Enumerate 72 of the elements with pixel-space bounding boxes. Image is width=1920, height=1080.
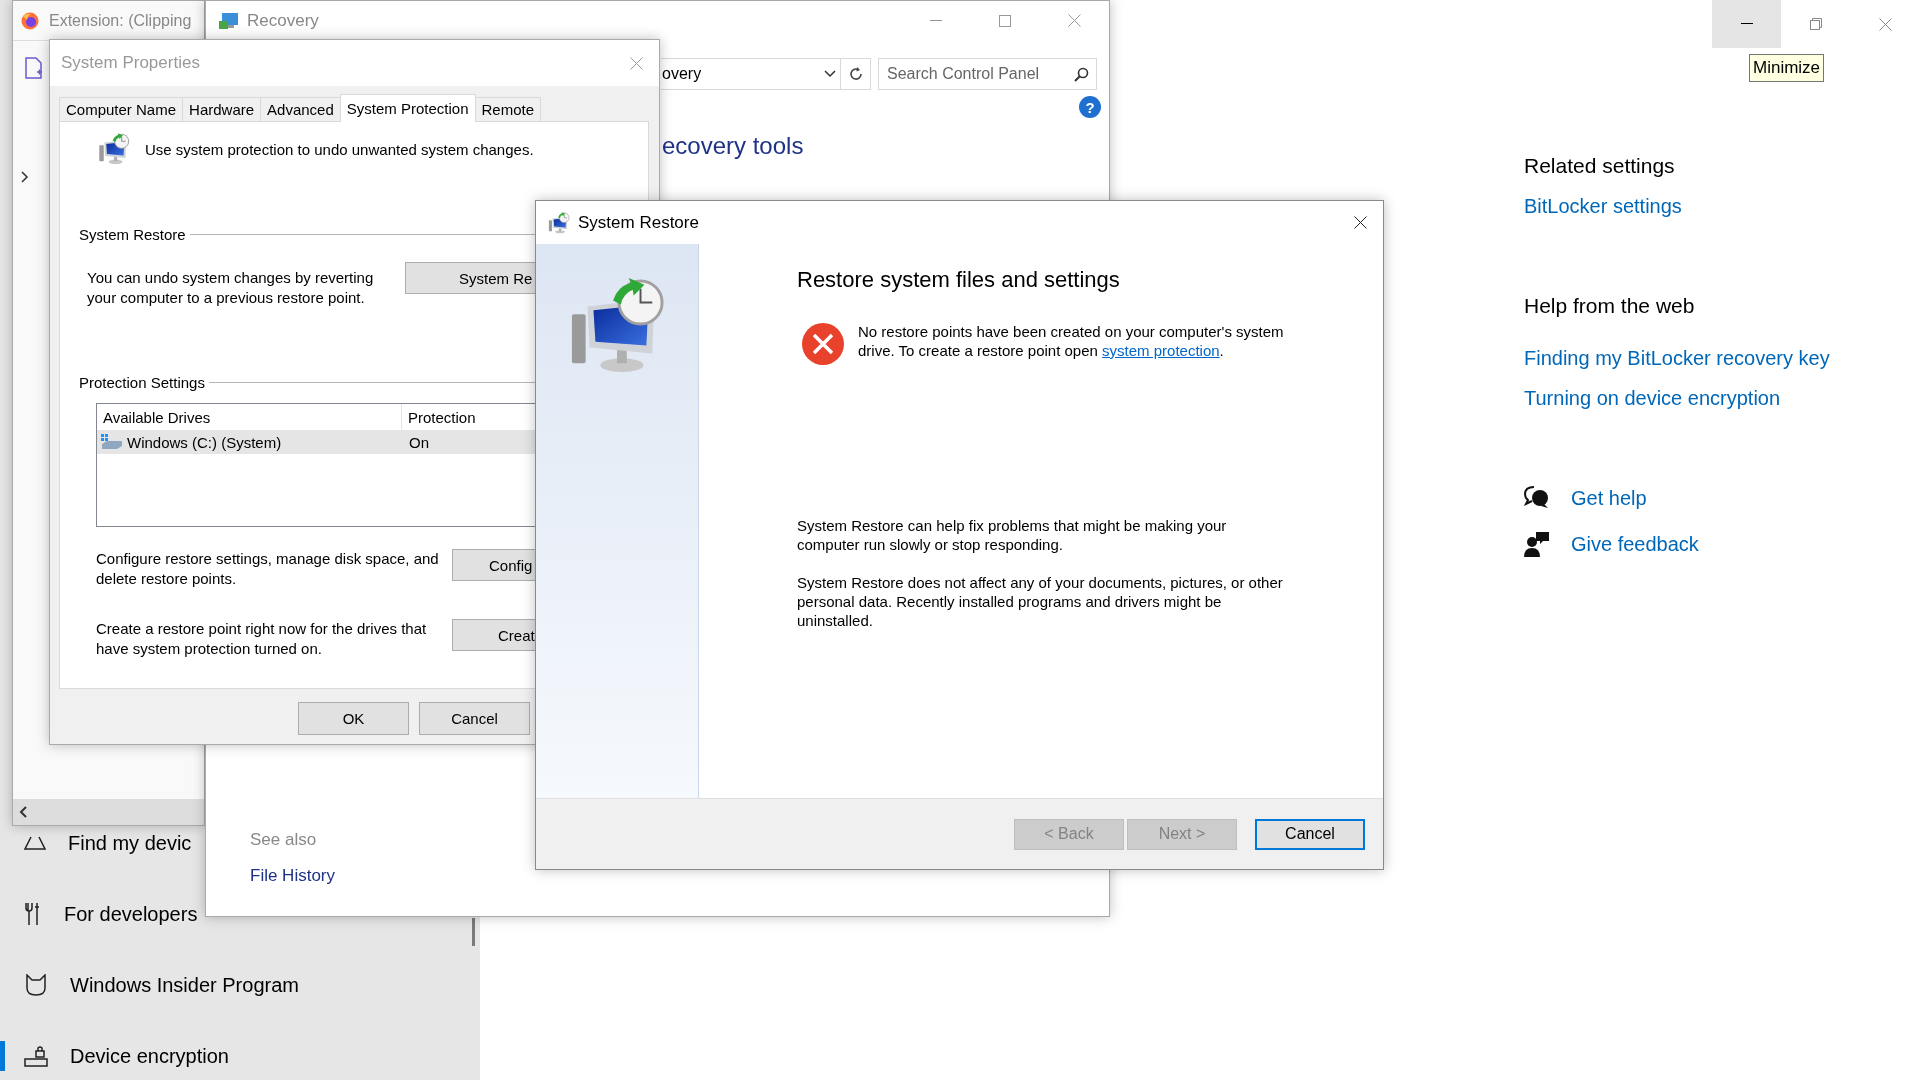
minimize-icon — [929, 19, 942, 22]
address-bar[interactable]: overy — [661, 58, 841, 90]
window-title: System Restore — [578, 212, 699, 233]
drive-row[interactable]: Windows (C:) (System) On — [97, 430, 537, 454]
drive-icon — [101, 434, 123, 450]
error-icon — [801, 322, 845, 366]
table-cell-text: On — [408, 433, 429, 451]
dialog-button[interactable]: Cancel — [419, 702, 530, 735]
intro-text: Use system protection to undo unwanted system changes. — [145, 140, 534, 158]
system-restore-button[interactable]: System Re — [405, 262, 537, 294]
chat-bubbles-icon — [1524, 486, 1550, 510]
description-text: Create a restore point right now for the drives that have system protection turned on. — [96, 619, 428, 659]
create-button[interactable]: Creat — [452, 619, 537, 651]
cat-icon — [24, 974, 48, 996]
search-field[interactable]: Search Control Panel — [878, 58, 1097, 90]
feedback-link[interactable]: Give feedback — [1571, 530, 1699, 558]
monitor-clock-icon — [548, 211, 570, 234]
close-icon — [1067, 14, 1081, 27]
dropdown-icon — [824, 70, 836, 78]
person-feedback-icon — [1524, 531, 1550, 557]
info-paragraph: System Restore does not affect any of your documents, pictures, or other personal data. Recently installed programs and drivers might be uninstalled. — [797, 573, 1284, 630]
dialog-heading: Restore system files and settings — [797, 266, 1121, 294]
lock-drive-icon — [24, 1045, 48, 1067]
minimize-button[interactable] — [1712, 0, 1781, 48]
sidebar-item[interactable]: Device encryption — [0, 1041, 231, 1071]
section-heading: Help from the web — [1524, 293, 1695, 319]
system-protection-link[interactable]: system protection — [1102, 342, 1220, 359]
settings-link[interactable]: BitLocker settings — [1524, 192, 1682, 220]
configure-button[interactable]: Config — [452, 549, 537, 581]
maximize-icon — [998, 14, 1011, 27]
tab[interactable]: Computer Name — [59, 97, 184, 121]
help-link[interactable]: Turning on device encryption — [1524, 384, 1781, 412]
sidebar-item[interactable]: Windows Insider Program — [0, 970, 301, 1000]
refresh-icon — [847, 66, 864, 82]
help-link[interactable]: Finding my BitLocker recovery key — [1524, 344, 1830, 372]
close-icon — [1878, 17, 1892, 31]
window-title: System Properties — [61, 53, 200, 73]
sidebar-item[interactable]: Find my devic — [0, 828, 194, 858]
get-help-link[interactable]: Get help — [1571, 484, 1647, 512]
browser-logo-icon — [21, 11, 39, 30]
description-text: You can undo system changes by reverting your computer to a previous restore point. — [87, 268, 375, 308]
info-paragraph: System Restore can help fix problems that might be making your computer run slowly or stop responding. — [797, 516, 1228, 554]
window-title: Extension: (Clipping — [49, 11, 192, 30]
see-also-heading: See also — [250, 829, 317, 851]
sidebar-item[interactable]: For developers — [0, 899, 200, 929]
tab[interactable]: Remote — [474, 97, 542, 121]
scrollbar-thumb[interactable] — [472, 918, 475, 946]
refresh-button[interactable] — [841, 58, 871, 90]
see-also-link[interactable]: File History — [250, 864, 335, 888]
page-heading: ecovery tools — [662, 131, 804, 161]
new-page-icon[interactable] — [25, 57, 43, 79]
section-heading: Related settings — [1524, 153, 1675, 179]
group-label: System Restore — [79, 226, 186, 243]
error-message: No restore points have been created on your computer's system drive. To create a restore point open system protection. — [858, 322, 1285, 361]
dialog-button[interactable]: OK — [298, 702, 409, 735]
search-icon — [1074, 67, 1089, 82]
minimize-icon — [1740, 23, 1753, 25]
help-icon[interactable]: ? — [1079, 96, 1101, 118]
tooltip: Minimize — [1749, 54, 1825, 82]
close-icon — [630, 56, 643, 70]
close-icon — [1354, 216, 1367, 229]
horizontal-scrollbar[interactable] — [13, 799, 204, 825]
wizard-button[interactable]: Cancel — [1255, 818, 1365, 850]
chevron-icon[interactable] — [21, 171, 29, 183]
restore-icon — [1809, 18, 1822, 30]
control-panel-icon — [218, 10, 240, 31]
table-cell: Windows (C:) (System) — [127, 433, 282, 451]
group-label: Protection Settings — [79, 374, 205, 391]
description-text: Configure restore settings, manage disk space, and delete restore points. — [96, 549, 440, 589]
window-title: Recovery — [247, 10, 319, 31]
tab[interactable]: System Protection — [339, 94, 476, 122]
tools-icon — [24, 902, 42, 926]
